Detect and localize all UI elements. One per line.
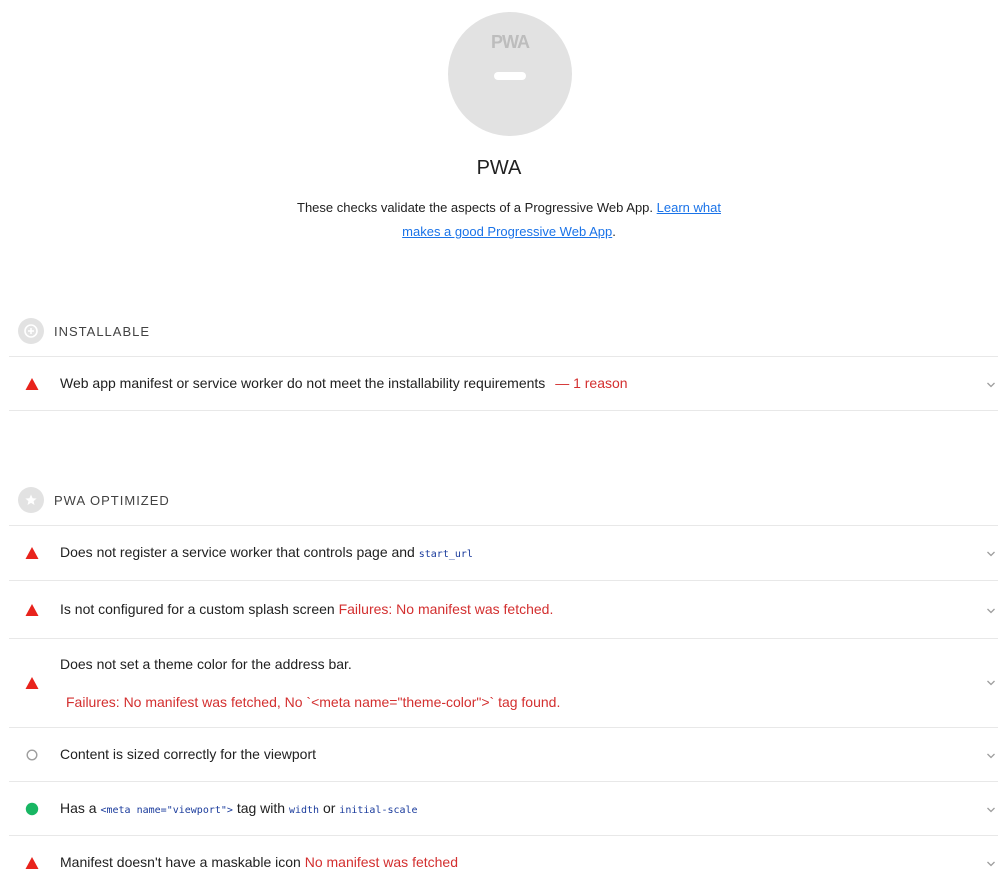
badge-text: PWA (490, 32, 530, 52)
fail-triangle-icon (25, 856, 39, 870)
star-circle-icon (18, 487, 44, 513)
audit-title: Is not configured for a custom splash sc… (60, 601, 335, 617)
pwa-badge: PWA (448, 12, 572, 136)
fail-triangle-icon (25, 603, 39, 617)
plus-circle-icon (18, 318, 44, 344)
description-text: These checks validate the aspects of a P… (297, 200, 654, 215)
audit-text-3: or (322, 800, 336, 816)
code-initial-scale: initial-scale (339, 805, 418, 816)
fail-triangle-icon (25, 546, 39, 560)
chevron-down-icon[interactable] (984, 857, 998, 871)
chevron-down-icon[interactable] (984, 676, 998, 690)
audit-title: Content is sized correctly for the viewp… (60, 746, 316, 762)
audit-splash-screen[interactable]: Is not configured for a custom splash sc… (9, 580, 998, 638)
code-width: width (288, 805, 320, 816)
code-start-url: start_url (418, 549, 473, 560)
audit-text-1: Has a (60, 800, 97, 816)
chevron-down-icon[interactable] (984, 378, 998, 392)
group-title-installable: INSTALLABLE (54, 323, 151, 339)
audit-failure: Failures: No manifest was fetched. (338, 601, 554, 617)
audit-installability[interactable]: Web app manifest or service worker do no… (9, 356, 998, 411)
group-installable: INSTALLABLE (9, 311, 989, 351)
audit-text-2: tag with (236, 800, 286, 816)
audit-viewport-size[interactable]: Content is sized correctly for the viewp… (9, 727, 998, 781)
audit-reason: — 1 reason (555, 375, 628, 391)
group-pwa-optimized: PWA OPTIMIZED (9, 480, 989, 520)
chevron-down-icon[interactable] (984, 803, 998, 817)
audit-title: Web app manifest or service worker do no… (60, 375, 546, 391)
category-description: These checks validate the aspects of a P… (297, 200, 721, 239)
audit-maskable-icon[interactable]: Manifest doesn't have a maskable icon No… (9, 835, 998, 887)
manual-circle-icon (25, 748, 39, 762)
fail-triangle-icon (25, 377, 39, 391)
code-meta-viewport: <meta name="viewport"> (100, 805, 233, 816)
fail-triangle-icon (25, 676, 39, 690)
pass-circle-icon (25, 802, 39, 816)
audit-title: Does not register a service worker that … (60, 544, 415, 560)
chevron-down-icon[interactable] (984, 547, 998, 561)
group-title-optimized: PWA OPTIMIZED (54, 492, 170, 508)
audit-title: Does not set a theme color for the addre… (60, 656, 352, 672)
page-title: PWA (476, 157, 522, 179)
badge-bar (494, 72, 526, 80)
audit-failure: No manifest was fetched (304, 854, 458, 870)
chevron-down-icon[interactable] (984, 749, 998, 763)
audit-failure: Failures: No manifest was fetched, No `<… (66, 694, 561, 710)
audit-service-worker[interactable]: Does not register a service worker that … (9, 525, 998, 580)
audit-title: Manifest doesn't have a maskable icon (60, 854, 301, 870)
audit-viewport-meta[interactable]: Has a <meta name="viewport"> tag with wi… (9, 781, 998, 835)
chevron-down-icon[interactable] (984, 604, 998, 618)
audit-theme-color[interactable]: Does not set a theme color for the addre… (9, 638, 998, 727)
